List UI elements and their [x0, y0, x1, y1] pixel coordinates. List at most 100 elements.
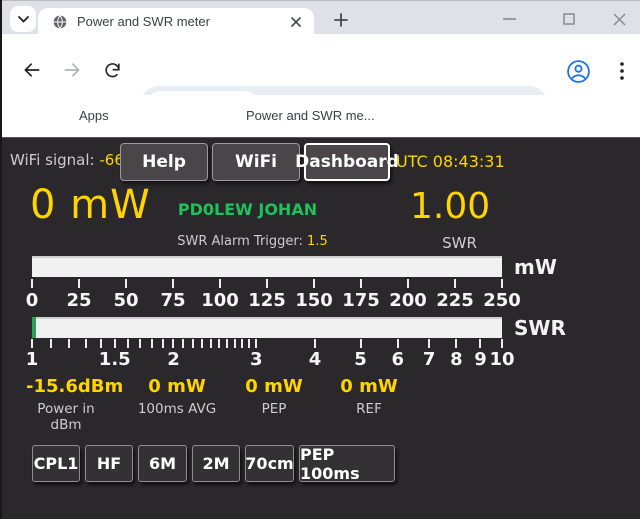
- maximize-icon: [563, 13, 575, 25]
- scale-label: 1.5: [99, 349, 131, 370]
- utc-clock: UTC 08:43:31: [396, 152, 505, 171]
- nav-button-help[interactable]: Help: [120, 143, 208, 181]
- globe-icon: [52, 14, 68, 30]
- scale-tick: [501, 279, 503, 288]
- tab-close-icon[interactable]: [287, 13, 304, 30]
- profile-button[interactable]: [564, 57, 592, 85]
- swr-alarm-label: SWR Alarm Trigger:: [177, 234, 303, 249]
- scale-tick: [100, 339, 102, 348]
- scale-tick: [501, 339, 503, 348]
- scale-tick: [78, 279, 80, 288]
- apps-shortcut[interactable]: Apps: [79, 108, 109, 123]
- browser-tab[interactable]: Power and SWR meter: [38, 8, 314, 35]
- forward-button[interactable]: [58, 56, 86, 84]
- scale-label: 8: [450, 349, 463, 370]
- scale-tick: [455, 339, 457, 348]
- scale-label: 1: [26, 349, 39, 370]
- close-window-button[interactable]: [608, 8, 630, 30]
- minimize-icon: [503, 18, 516, 20]
- maximize-button[interactable]: [558, 8, 580, 30]
- swr-meter-bar: [32, 317, 502, 338]
- power-value: 0 mW: [30, 182, 151, 228]
- close-icon: [613, 13, 626, 26]
- bookmark-item[interactable]: Power and SWR me...: [246, 108, 375, 123]
- scale-label: 25: [66, 290, 91, 311]
- scale-tick: [234, 339, 236, 348]
- scale-tick: [226, 339, 228, 348]
- power-meter-bar: [32, 256, 502, 277]
- scale-tick: [397, 339, 399, 348]
- scale-tick: [162, 339, 164, 348]
- tab-strip: Power and SWR meter: [2, 0, 640, 34]
- scale-label: 7: [423, 349, 436, 370]
- band-button-pep-100ms[interactable]: PEP 100ms: [299, 445, 395, 482]
- stat-value: 0 mW: [229, 376, 319, 397]
- stat-column: 0 mW PEP: [229, 376, 319, 417]
- powermeter-page: WiFi signal: -66 HelpWiFiDashboard UTC 0…: [2, 137, 640, 519]
- scale-tick: [266, 279, 268, 288]
- scale-tick: [360, 279, 362, 288]
- browser-window: Power and SWR meter: [0, 0, 640, 519]
- stat-label: Power in dBm: [26, 401, 106, 433]
- bookmarks-bar: Apps Power and SWR me...: [2, 95, 640, 137]
- scale-label: 50: [113, 290, 138, 311]
- scale-tick: [114, 339, 116, 348]
- minimize-button[interactable]: [498, 8, 520, 30]
- swr-meter-fill: [32, 317, 36, 338]
- forward-icon: [62, 60, 82, 80]
- scale-tick: [479, 339, 481, 348]
- band-button-hf[interactable]: HF: [85, 445, 133, 482]
- scale-label: 100: [201, 290, 239, 311]
- stat-value: 0 mW: [132, 376, 222, 397]
- scale-tick: [125, 279, 127, 288]
- scale-label: 175: [342, 290, 380, 311]
- scale-tick: [407, 279, 409, 288]
- band-button-2m[interactable]: 2M: [192, 445, 240, 482]
- scale-tick: [241, 339, 243, 348]
- scale-tick: [151, 339, 153, 348]
- scale-label: 225: [436, 290, 474, 311]
- swr-caption: SWR: [432, 234, 487, 252]
- back-button[interactable]: [18, 56, 46, 84]
- browser-toolbar: Not secure powermeter.local: [2, 34, 640, 95]
- stat-label: PEP: [229, 401, 319, 417]
- scale-tick: [248, 339, 250, 348]
- menu-button[interactable]: [608, 57, 636, 85]
- stat-column: 0 mWREF: [324, 376, 414, 417]
- scale-tick: [313, 279, 315, 288]
- nav-button-wifi[interactable]: WiFi: [212, 143, 300, 181]
- band-button-6m[interactable]: 6M: [138, 445, 187, 482]
- band-button-70cm[interactable]: 70cm: [245, 445, 294, 482]
- scale-label: 150: [295, 290, 333, 311]
- swr-meter-unit: SWR: [514, 316, 566, 340]
- scale-label: 4: [309, 349, 322, 370]
- swr-alarm-value: 1.5: [307, 234, 328, 249]
- power-meter-unit: mW: [514, 255, 557, 279]
- stat-column: 0 mW100ms AVG: [132, 376, 222, 417]
- scale-label: 0: [26, 290, 39, 311]
- reload-button[interactable]: [98, 56, 126, 84]
- scale-tick: [172, 279, 174, 288]
- nav-button-dashboard[interactable]: Dashboard: [304, 143, 390, 181]
- band-button-cpl1[interactable]: CPL1: [32, 445, 80, 482]
- tab-search-button[interactable]: [10, 6, 36, 32]
- chevron-down-icon: [18, 16, 29, 23]
- scale-label: 250: [483, 290, 521, 311]
- callsign: PD0LEW JOHAN: [170, 200, 325, 219]
- scale-tick: [172, 339, 174, 348]
- scale-tick: [139, 339, 141, 348]
- stat-column: -15.6dBmPower in dBm: [26, 376, 106, 433]
- scale-tick: [31, 339, 33, 348]
- scale-label: 125: [248, 290, 286, 311]
- kebab-menu-icon: [620, 62, 624, 80]
- scale-tick: [454, 279, 456, 288]
- scale-tick: [31, 279, 33, 288]
- power-meter-scale: 0255075100125150175200225250: [32, 290, 502, 314]
- swr-alarm-trigger: SWR Alarm Trigger: 1.5: [170, 234, 335, 249]
- scale-tick: [68, 339, 70, 348]
- scale-tick: [182, 339, 184, 348]
- new-tab-button[interactable]: [328, 7, 354, 33]
- scale-label: 9: [474, 349, 487, 370]
- scale-tick: [314, 339, 316, 348]
- scale-tick: [255, 339, 257, 348]
